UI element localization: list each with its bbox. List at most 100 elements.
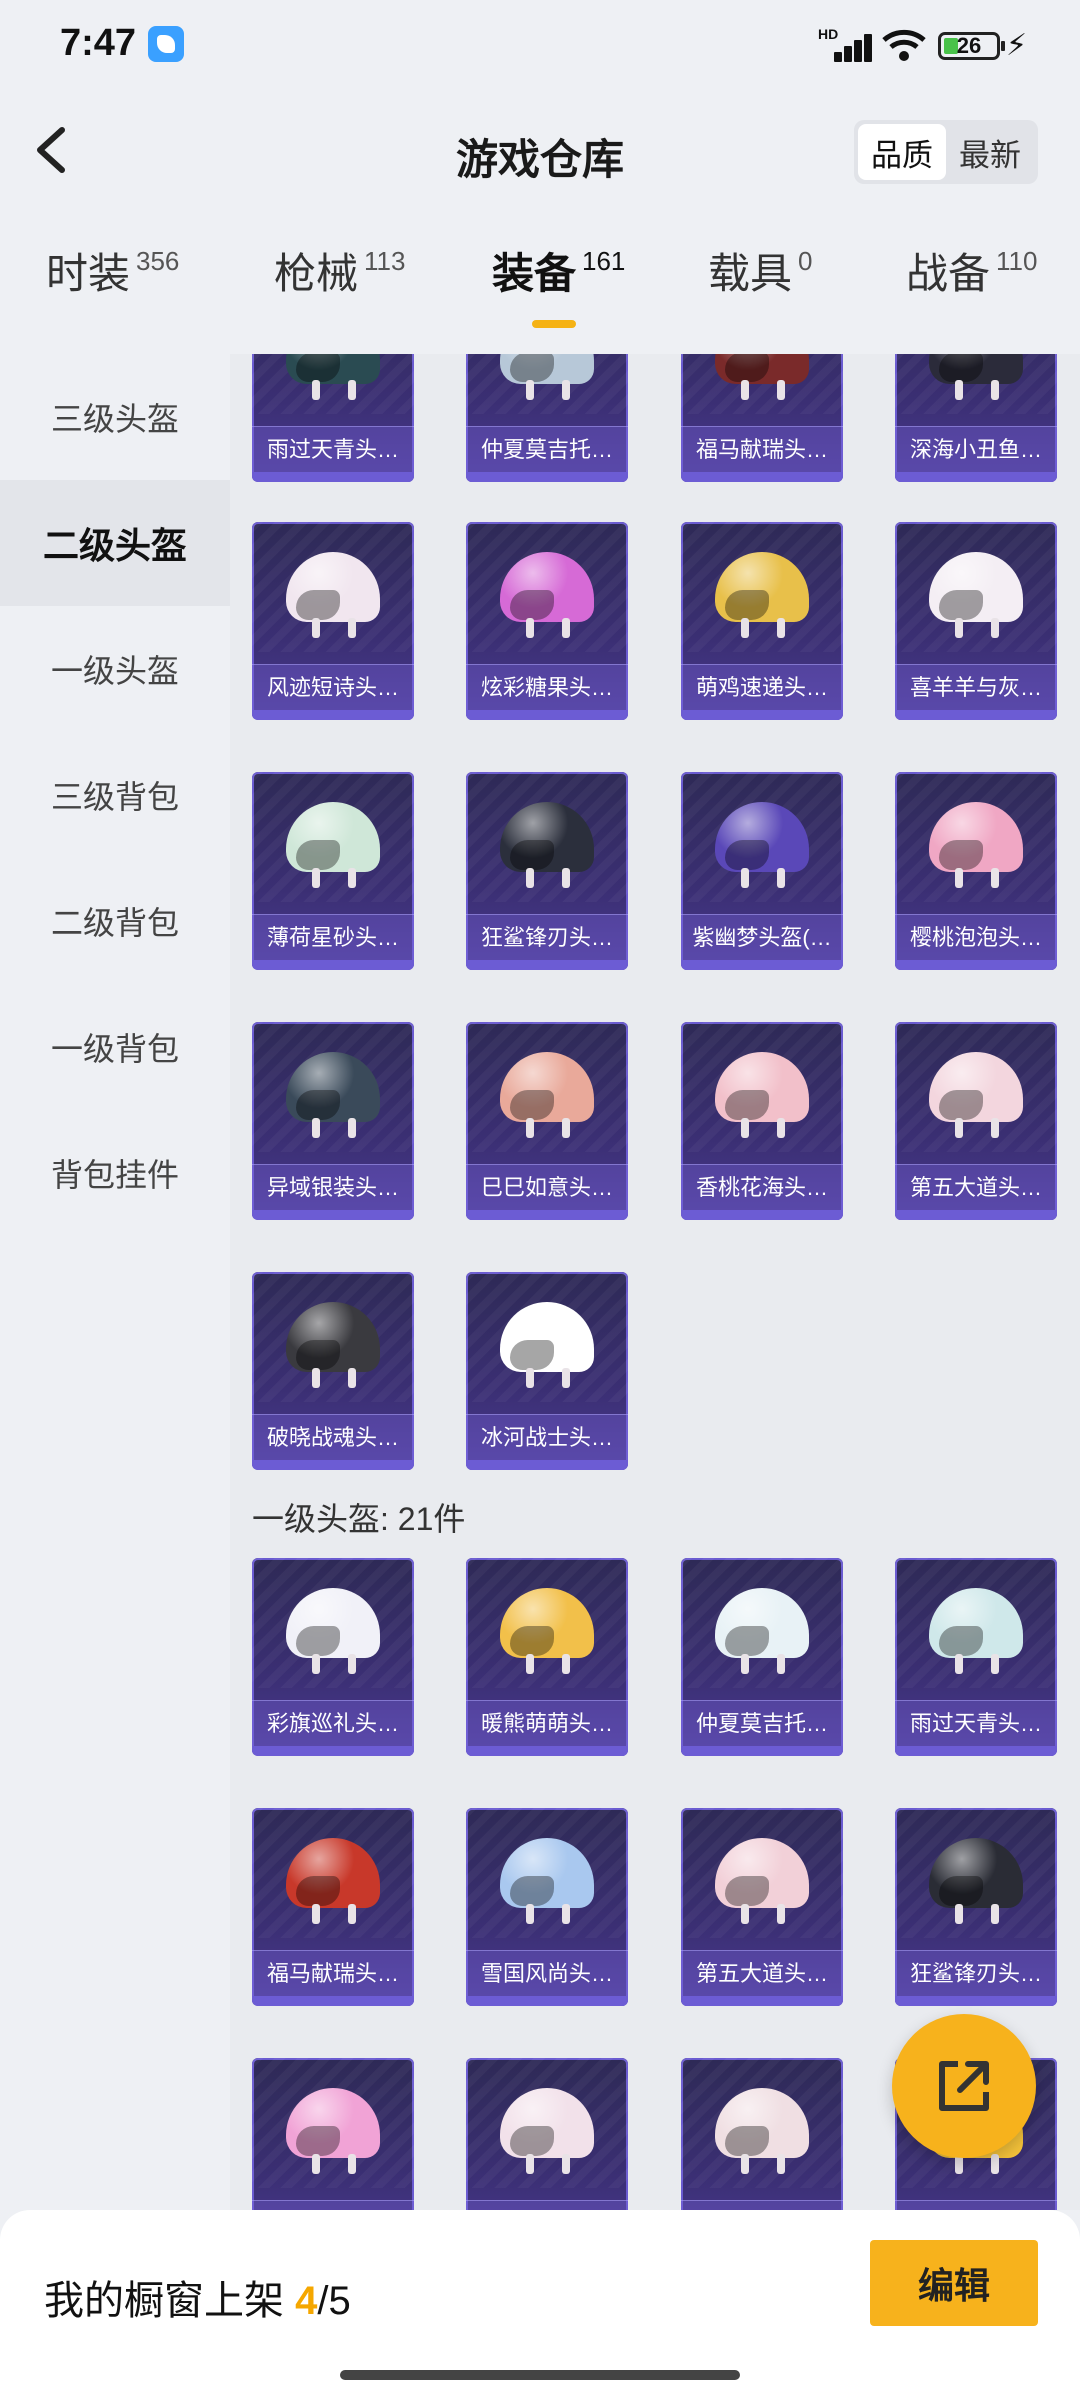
rarity-bar bbox=[681, 1210, 843, 1220]
item-name: 雪国风尚头… bbox=[466, 1950, 628, 1996]
sidebar-item-level1-helmet[interactable]: 一级头盔 bbox=[0, 606, 230, 732]
helmet-item-card[interactable]: 福马献瑞头… bbox=[252, 1808, 414, 2006]
sidebar-item-level3-helmet[interactable]: 三级头盔 bbox=[0, 354, 230, 480]
item-name: 福马献瑞头… bbox=[252, 1950, 414, 1996]
helmet-item-card[interactable]: 炫彩糖果头… bbox=[466, 522, 628, 720]
helmet-item-card[interactable]: 破晓战魂头… bbox=[252, 1272, 414, 1470]
helmet-item-card[interactable]: 异域银装头… bbox=[252, 1022, 414, 1220]
helmet-item-card[interactable]: 狂鲨锋刃头… bbox=[895, 1808, 1057, 2006]
helmet-item-card[interactable]: 薄荷星砂头… bbox=[252, 772, 414, 970]
item-name: 仲夏莫吉托… bbox=[466, 426, 628, 472]
section-title-level1-helmet: 一级头盔: 21件 bbox=[252, 1501, 466, 1537]
helmet-image bbox=[500, 552, 594, 638]
page-header: 游戏仓库 品质 最新 bbox=[0, 90, 1080, 210]
item-name bbox=[252, 2200, 414, 2210]
item-name bbox=[681, 2200, 843, 2210]
helmet-item-card[interactable]: 紫幽梦头盔(… bbox=[681, 772, 843, 970]
helmet-item-card[interactable]: 狂鲨锋刃头… bbox=[466, 772, 628, 970]
helmet-item-card[interactable] bbox=[681, 2058, 843, 2210]
item-name: 异域银装头… bbox=[252, 1164, 414, 1210]
helmet-image bbox=[929, 354, 1023, 400]
rarity-bar bbox=[895, 1996, 1057, 2006]
rarity-bar bbox=[895, 1746, 1057, 1756]
battery-icon: 26 bbox=[938, 32, 1005, 60]
tab-vehicles[interactable]: 载具 0 bbox=[708, 240, 812, 340]
rarity-bar bbox=[466, 1210, 628, 1220]
helmet-image bbox=[929, 1588, 1023, 1674]
helmet-image bbox=[500, 1052, 594, 1138]
helmet-item-card[interactable]: 雪国风尚头… bbox=[466, 1808, 628, 2006]
item-name: 彩旗巡礼头… bbox=[252, 1700, 414, 1746]
helmet-image bbox=[286, 1588, 380, 1674]
helmet-item-card[interactable]: 巳巳如意头… bbox=[466, 1022, 628, 1220]
helmet-image bbox=[715, 802, 809, 888]
sidebar-item-level3-backpack[interactable]: 三级背包 bbox=[0, 732, 230, 858]
tab-count: 0 bbox=[798, 246, 813, 276]
notification-app-icon bbox=[148, 26, 184, 62]
helmet-item-card[interactable]: 樱桃泡泡头… bbox=[895, 772, 1057, 970]
charging-icon: ⚡ bbox=[1006, 29, 1028, 62]
subcategory-sidebar: 三级头盔 二级头盔 一级头盔 三级背包 二级背包 一级背包 背包挂件 bbox=[0, 354, 230, 2210]
sort-by-latest[interactable]: 最新 bbox=[946, 124, 1034, 180]
helmet-image bbox=[500, 1302, 594, 1388]
rarity-bar bbox=[681, 1746, 843, 1756]
sidebar-item-level1-backpack[interactable]: 一级背包 bbox=[0, 984, 230, 1110]
sidebar-item-backpack-charm[interactable]: 背包挂件 bbox=[0, 1110, 230, 1236]
tab-count: 113 bbox=[364, 246, 406, 276]
wifi-icon bbox=[882, 29, 926, 61]
sort-by-quality[interactable]: 品质 bbox=[858, 124, 946, 180]
tab-fashion[interactable]: 时装 356 bbox=[46, 240, 179, 340]
sidebar-item-level2-helmet[interactable]: 二级头盔 bbox=[0, 480, 230, 606]
helmet-item-card[interactable]: 深海小丑鱼… bbox=[895, 354, 1057, 482]
helmet-item-card[interactable]: 萌鸡速递头… bbox=[681, 522, 843, 720]
rarity-bar bbox=[252, 710, 414, 720]
helmet-item-card[interactable]: 雨过天青头… bbox=[895, 1558, 1057, 1756]
item-name: 冰河战士头… bbox=[466, 1414, 628, 1460]
helmet-item-card[interactable]: 第五大道头… bbox=[681, 1808, 843, 2006]
tab-count: 356 bbox=[136, 246, 180, 276]
item-name: 狂鲨锋刃头… bbox=[466, 914, 628, 960]
helmet-image bbox=[715, 1052, 809, 1138]
helmet-image bbox=[715, 552, 809, 638]
helmet-image bbox=[500, 2088, 594, 2174]
tab-weapons[interactable]: 枪械 113 bbox=[274, 240, 405, 340]
helmet-item-card[interactable] bbox=[252, 2058, 414, 2210]
item-name: 第五大道头… bbox=[681, 1950, 843, 1996]
helmet-image bbox=[500, 1838, 594, 1924]
helmet-item-card[interactable]: 仲夏莫吉托… bbox=[681, 1558, 843, 1756]
helmet-item-card[interactable]: 仲夏莫吉托… bbox=[466, 354, 628, 482]
sidebar-item-level2-backpack[interactable]: 二级背包 bbox=[0, 858, 230, 984]
tab-label: 时装 bbox=[46, 250, 131, 297]
helmet-image bbox=[715, 354, 809, 400]
home-indicator[interactable] bbox=[340, 2370, 740, 2380]
helmet-item-card[interactable]: 香桃花海头… bbox=[681, 1022, 843, 1220]
helmet-item-card[interactable]: 彩旗巡礼头… bbox=[252, 1558, 414, 1756]
helmet-image bbox=[286, 2088, 380, 2174]
rarity-bar bbox=[252, 1996, 414, 2006]
helmet-image bbox=[286, 802, 380, 888]
rarity-bar bbox=[895, 1210, 1057, 1220]
rarity-bar bbox=[466, 960, 628, 970]
showcase-status: 我的橱窗上架 4/5 bbox=[44, 2268, 351, 2326]
helmet-item-card[interactable]: 第五大道头… bbox=[895, 1022, 1057, 1220]
battery-level: 26 bbox=[956, 33, 982, 58]
item-name: 紫幽梦头盔(… bbox=[681, 914, 843, 960]
rarity-bar bbox=[252, 960, 414, 970]
helmet-item-card[interactable]: 雨过天青头… bbox=[252, 354, 414, 482]
helmet-item-card[interactable]: 福马献瑞头… bbox=[681, 354, 843, 482]
edit-button[interactable]: 编辑 bbox=[870, 2240, 1038, 2326]
rarity-bar bbox=[252, 1210, 414, 1220]
helmet-item-card[interactable] bbox=[466, 2058, 628, 2210]
share-button[interactable] bbox=[892, 2014, 1036, 2158]
helmet-item-card[interactable]: 暖熊萌萌头… bbox=[466, 1558, 628, 1756]
item-name: 第五大道头… bbox=[895, 1164, 1057, 1210]
item-name bbox=[466, 2200, 628, 2210]
item-name: 深海小丑鱼… bbox=[895, 426, 1057, 472]
tab-supplies[interactable]: 战备 110 bbox=[906, 240, 1037, 340]
helmet-item-card[interactable]: 风迹短诗头… bbox=[252, 522, 414, 720]
helmet-item-card[interactable]: 喜羊羊与灰… bbox=[895, 522, 1057, 720]
helmet-image bbox=[286, 1302, 380, 1388]
showcase-count: 4 bbox=[295, 2279, 318, 2323]
helmet-item-card[interactable]: 冰河战士头… bbox=[466, 1272, 628, 1470]
item-name: 狂鲨锋刃头… bbox=[895, 1950, 1057, 1996]
